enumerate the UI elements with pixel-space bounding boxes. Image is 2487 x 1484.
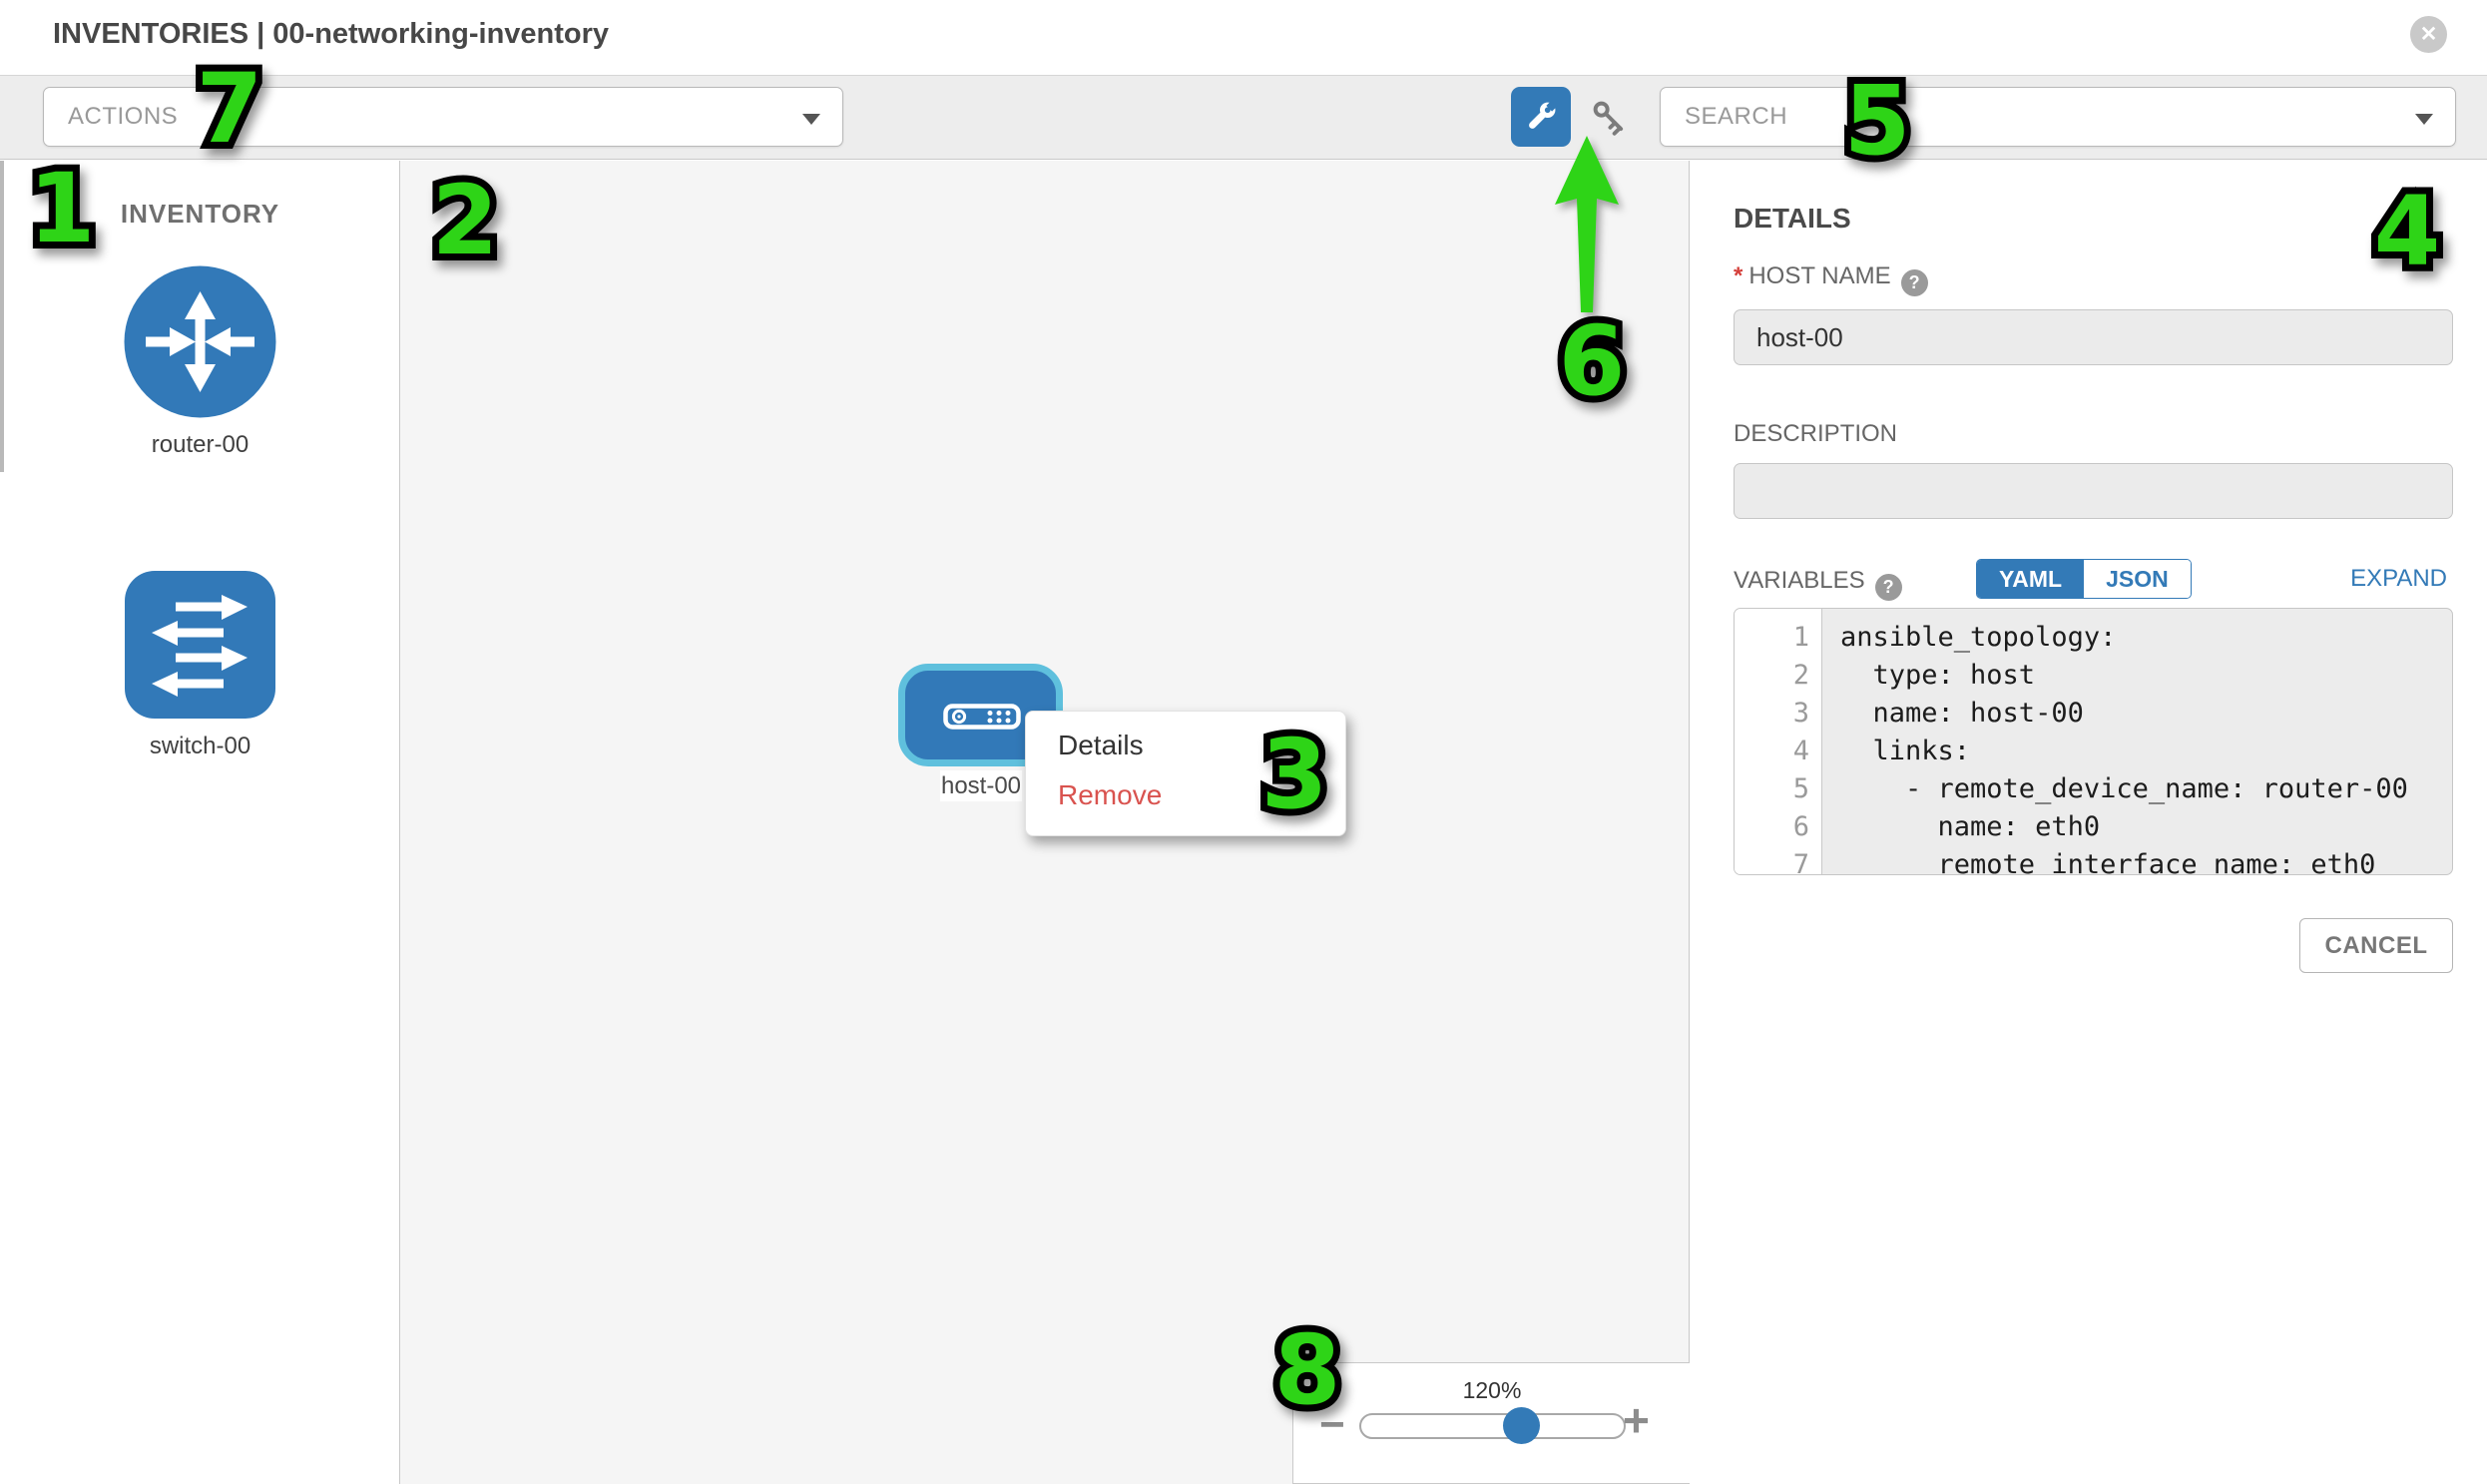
page-title: INVENTORIES | 00-networking-inventory (53, 18, 609, 51)
close-button[interactable]: ✕ (2410, 16, 2447, 53)
inventory-sidebar: INVENTORY router-00 (0, 161, 400, 1484)
host-name-input[interactable] (1734, 309, 2453, 365)
editor-line-numbers: 1 2 3 4 5 6 7 (1735, 609, 1822, 874)
actions-dropdown[interactable]: ACTIONS (43, 87, 843, 147)
content-area: INVENTORY router-00 (0, 161, 2487, 1484)
variables-row: VARIABLES? YAML JSON EXPAND (1734, 559, 2453, 599)
variables-format-toggle: YAML JSON (1976, 559, 2192, 599)
wrench-icon (1522, 98, 1560, 136)
key-icon (1589, 97, 1631, 139)
required-asterisk: * (1734, 262, 1742, 289)
search-dropdown[interactable]: SEARCH (1660, 87, 2456, 147)
code-line: name: host-00 (1840, 695, 2452, 733)
close-icon: ✕ (2420, 24, 2438, 45)
code-line: remote_interface_name: eth0 (1840, 846, 2452, 875)
toolbar: ACTIONS (0, 75, 2487, 160)
inventory-topology-screen: INVENTORIES | 00-networking-inventory ✕ … (0, 0, 2487, 1484)
actions-dropdown-label: ACTIONS (68, 103, 178, 131)
palette-item-label: switch-00 (0, 733, 400, 760)
zoom-in-button[interactable]: + (1623, 1397, 1650, 1443)
help-icon[interactable]: ? (1901, 269, 1928, 296)
yaml-toggle-button[interactable]: YAML (1977, 560, 2084, 598)
context-menu-item-remove[interactable]: Remove (1058, 779, 1162, 811)
host-node-label: host-00 (940, 770, 1022, 801)
zoom-out-button[interactable]: − (1319, 1403, 1345, 1447)
header-bar: INVENTORIES | 00-networking-inventory ✕ (0, 0, 2487, 75)
description-label: DESCRIPTION (1734, 420, 1897, 448)
search-placeholder: SEARCH (1685, 103, 1787, 131)
editor-code-area[interactable]: ansible_topology: type: host name: host-… (1822, 609, 2452, 874)
host-name-label: *HOST NAME? (1734, 262, 1928, 296)
key-credentials-button[interactable] (1589, 97, 1631, 139)
details-panel: DETAILS *HOST NAME? DESCRIPTION VARIABLE… (1691, 161, 2487, 1484)
palette-item-router[interactable]: router-00 (0, 265, 400, 459)
details-heading: DETAILS (1734, 203, 1851, 235)
description-input[interactable] (1734, 463, 2453, 519)
expand-link[interactable]: EXPAND (2350, 565, 2447, 593)
zoom-control: 120% − + (1292, 1362, 1690, 1484)
variables-code-editor[interactable]: 1 2 3 4 5 6 7 ansible_topology: type: ho… (1734, 608, 2453, 875)
context-menu-item-details[interactable]: Details (1058, 730, 1144, 761)
code-line: - remote_device_name: router-00 (1840, 770, 2452, 808)
switch-icon (124, 570, 276, 720)
code-line: links: (1840, 733, 2452, 770)
topology-canvas[interactable]: host-00 Details Remove 120% − + (400, 161, 1690, 1484)
cancel-button[interactable]: CANCEL (2299, 918, 2453, 973)
chevron-down-icon (802, 114, 820, 125)
node-context-menu: Details Remove (1025, 711, 1346, 836)
code-line: name: eth0 (1840, 808, 2452, 846)
chevron-down-icon (2415, 114, 2433, 125)
inventory-heading: INVENTORY (0, 199, 400, 230)
host-icon (943, 704, 1021, 730)
configure-topology-button[interactable] (1511, 87, 1571, 147)
zoom-slider-thumb[interactable] (1503, 1407, 1540, 1444)
json-toggle-button[interactable]: JSON (2084, 560, 2191, 598)
zoom-slider-track[interactable] (1359, 1413, 1626, 1439)
help-icon[interactable]: ? (1875, 574, 1902, 601)
palette-item-switch[interactable]: switch-00 (0, 570, 400, 760)
variables-label: VARIABLES? (1734, 567, 1902, 601)
router-icon (124, 265, 276, 418)
code-line: type: host (1840, 657, 2452, 695)
code-line: ansible_topology: (1840, 619, 2452, 657)
palette-item-label: router-00 (0, 431, 400, 459)
